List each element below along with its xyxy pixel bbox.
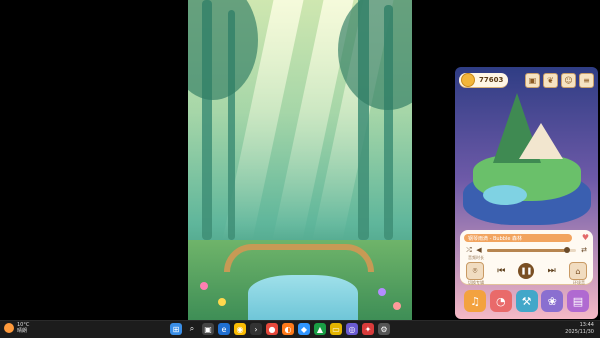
folder-icon[interactable]: ▭ [330, 323, 342, 335]
cat-icon[interactable]: ☺ [561, 72, 576, 88]
windows-taskbar: 10°C 晴朗 ⊞ ⌕ ▣ e ◉ › ● ◐ ◆ ▲ ▭ ◎ ✦ ⚙ 13:4… [0, 320, 600, 338]
tomato-timer-icon[interactable]: ◔ [489, 290, 512, 312]
sun-icon [4, 323, 14, 333]
flower [200, 282, 208, 290]
chrome-icon[interactable]: ◉ [234, 323, 246, 335]
island-tent [519, 123, 563, 159]
start-icon[interactable]: ⊞ [170, 323, 182, 335]
task-view-icon[interactable]: ▣ [202, 323, 214, 335]
music-note-icon[interactable]: ♫ [464, 290, 486, 312]
weather-desc: 晴朗 [17, 328, 28, 334]
clock-date: 2025/11/30 [565, 329, 594, 335]
image-icon[interactable]: ▣ [525, 72, 540, 88]
leaf-icon[interactable]: ❦ [543, 72, 558, 88]
paw-icon[interactable]: ❀ [541, 290, 564, 312]
coin-counter: 77603 [459, 73, 509, 87]
repeat-icon[interactable]: ⇄ [579, 246, 589, 254]
shuffle-icon[interactable]: ⤮ [464, 246, 474, 255]
menu-icon[interactable]: ≡ [579, 72, 594, 88]
stone-bridge [224, 244, 374, 272]
favorite-heart-icon[interactable]: ♥ [582, 233, 589, 242]
progress-slider[interactable] [487, 246, 576, 253]
ambient-sound-label: 环境音 [573, 280, 585, 285]
app-icon[interactable]: ✦ [362, 323, 374, 335]
tree-canopy [188, 0, 258, 100]
track-title: 钢琴雨滴 - Bubble 森林 [468, 235, 522, 242]
app-icon[interactable]: ◆ [298, 323, 310, 335]
coin-icon [461, 73, 475, 87]
edge-icon[interactable]: e [218, 323, 230, 335]
prev-track-button[interactable]: ⏮ [497, 266, 505, 276]
switch-album-label: 切换专辑 [468, 280, 484, 285]
music-app-window: 77603 ▣ ❦ ☺ ≡ 钢琴雨滴 - Bubble 森林 ♥ ⤮ ◀ ⇄ 音… [455, 67, 598, 319]
flower [378, 288, 386, 296]
island-pond [483, 185, 527, 205]
bottom-dock: ♫ ◔ ⚒ ❀ ▤ [460, 288, 593, 314]
weather-widget[interactable]: 10°C 晴朗 [4, 322, 29, 334]
app-topbar: 77603 ▣ ❦ ☺ ≡ [459, 71, 594, 89]
app-icon[interactable]: ▲ [314, 323, 326, 335]
progress-knob[interactable] [563, 246, 570, 253]
app-icon[interactable]: ◎ [346, 323, 358, 335]
ambient-sound-button[interactable]: ⌂ [568, 262, 587, 280]
hammer-icon[interactable]: ⚒ [515, 290, 538, 312]
flower [393, 302, 401, 310]
settings-icon[interactable]: ⚙ [378, 323, 390, 335]
switch-album-button[interactable]: ⌾ [466, 262, 484, 280]
volume-icon[interactable]: ◀ [474, 246, 484, 254]
app-icon[interactable]: ● [266, 323, 278, 335]
island-scene [463, 93, 591, 231]
search-icon[interactable]: ⌕ [186, 323, 198, 335]
progress-fill [487, 248, 566, 252]
forest-illustration [188, 0, 412, 320]
taskbar-apps: ⊞ ⌕ ▣ e ◉ › ● ◐ ◆ ▲ ▭ ◎ ✦ ⚙ [170, 323, 394, 335]
controls-row: ⌾ ⏮ ❚❚ ⏭ ⌂ [466, 261, 587, 281]
progress-row: ⤮ ◀ ⇄ [464, 245, 589, 255]
flower [218, 298, 226, 306]
firefox-icon[interactable]: ◐ [282, 323, 294, 335]
terminal-icon[interactable]: › [250, 323, 262, 335]
pause-button[interactable]: ❚❚ [518, 263, 535, 279]
river [248, 275, 358, 320]
system-clock[interactable]: 13:44 2025/11/30 [565, 322, 594, 336]
player-panel: 钢琴雨滴 - Bubble 森林 ♥ ⤮ ◀ ⇄ 音频时长 ⌾ ⏮ ❚❚ ⏭ ⌂… [460, 230, 593, 285]
next-track-button[interactable]: ⏭ [548, 266, 556, 276]
coin-value: 77603 [479, 76, 504, 84]
clock-time: 13:44 [579, 322, 594, 328]
notes-icon[interactable]: ▤ [567, 290, 589, 312]
track-title-bar[interactable]: 钢琴雨滴 - Bubble 森林 [464, 234, 572, 242]
